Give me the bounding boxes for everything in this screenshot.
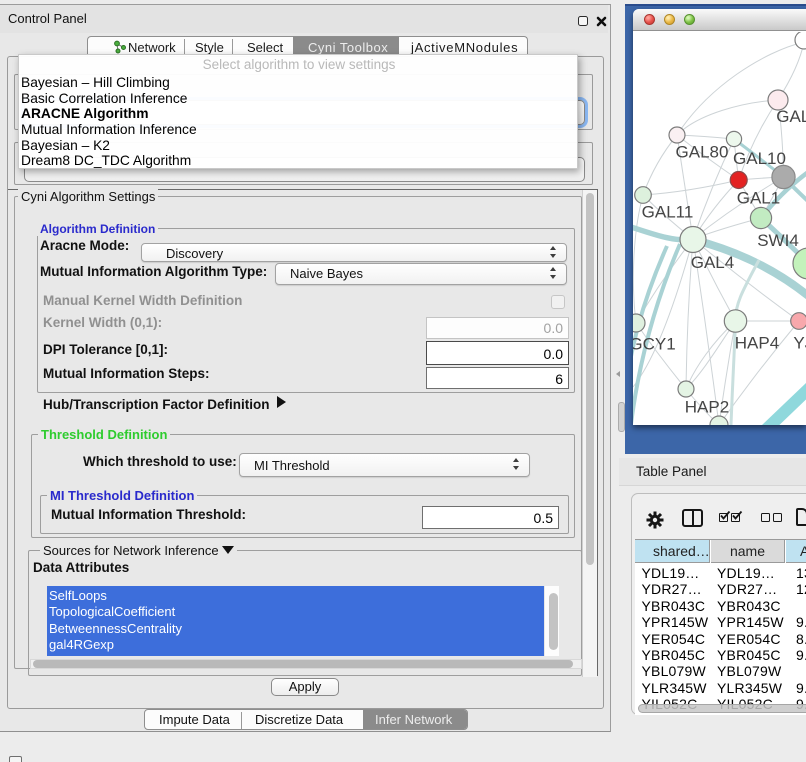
svg-text:GAL2: GAL2	[776, 107, 806, 126]
svg-text:GAL80: GAL80	[676, 143, 729, 162]
svg-text:GAL11: GAL11	[642, 203, 694, 222]
svg-text:HAP4: HAP4	[735, 334, 779, 353]
svg-text:GAL1: GAL1	[737, 189, 780, 208]
svg-text:HAP2: HAP2	[685, 398, 729, 417]
svg-text:GAL10: GAL10	[733, 149, 786, 168]
svg-text:GCY1: GCY1	[633, 335, 676, 354]
svg-text:SWI4: SWI4	[757, 231, 799, 250]
svg-text:GAL4: GAL4	[691, 253, 734, 272]
svg-text:YJL: YJL	[793, 334, 806, 353]
